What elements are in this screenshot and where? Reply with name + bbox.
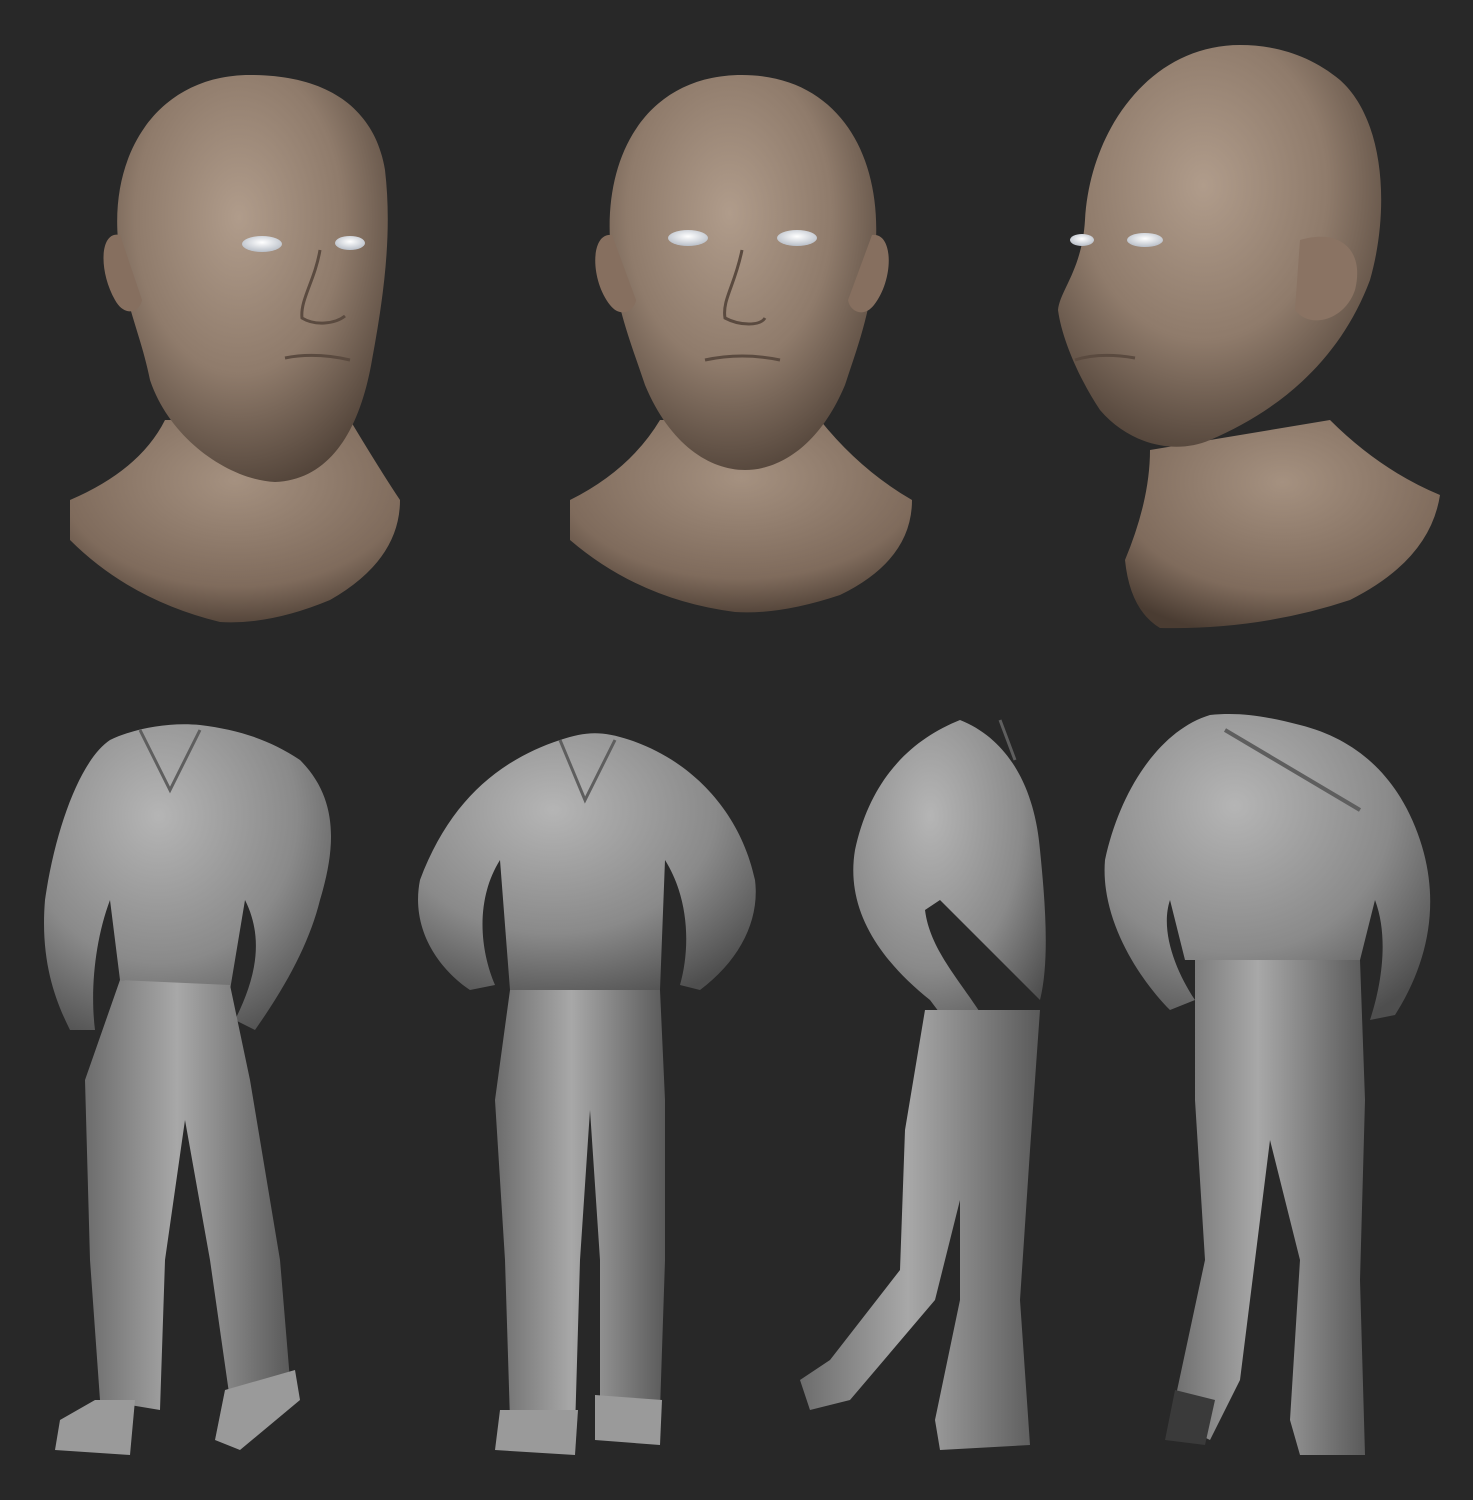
eye <box>335 236 365 250</box>
render-canvas <box>0 0 1473 1500</box>
eye <box>1070 234 1094 246</box>
eye <box>242 236 282 252</box>
eye <box>668 230 708 246</box>
eye <box>1127 233 1163 247</box>
eye <box>777 230 817 246</box>
sculpt-sheet <box>0 0 1473 1500</box>
